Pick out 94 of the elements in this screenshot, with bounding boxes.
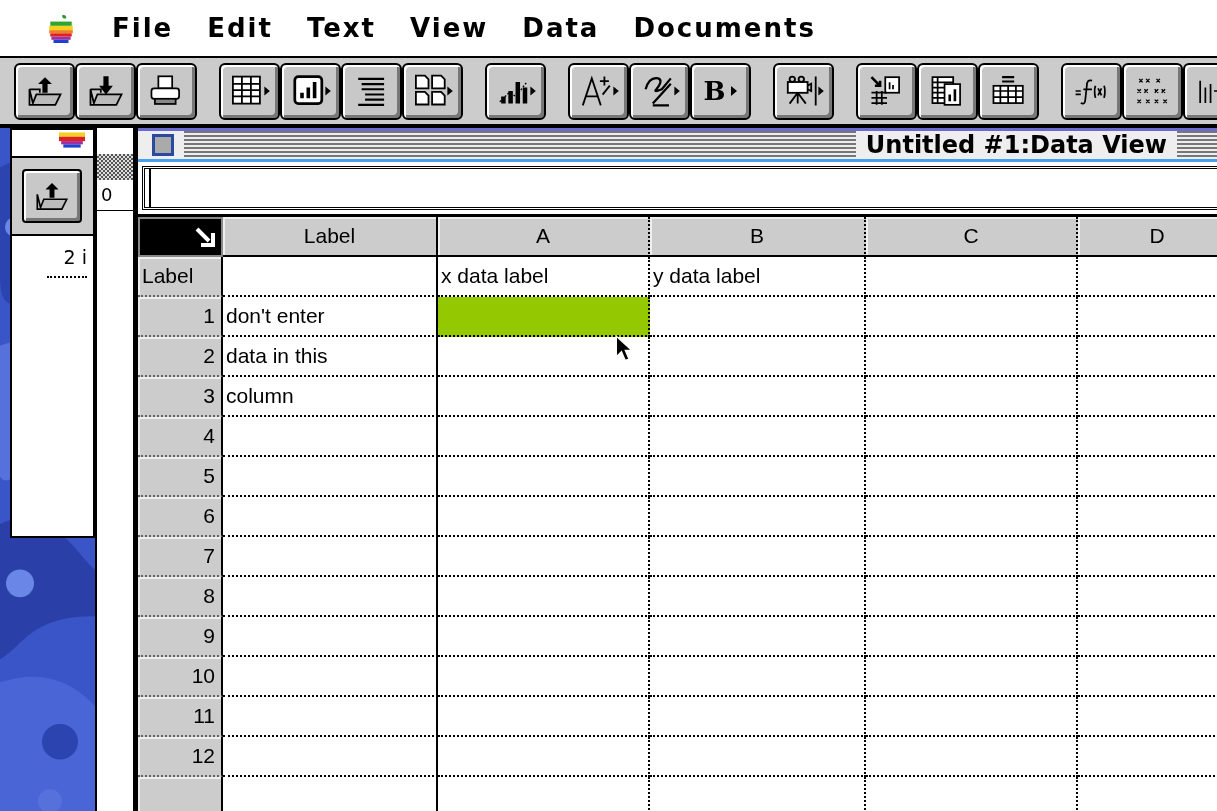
table-cell: column bbox=[223, 377, 438, 417]
table-cell[interactable] bbox=[866, 657, 1078, 697]
toolbar-button[interactable] bbox=[773, 62, 834, 120]
toolbar-button[interactable] bbox=[568, 62, 629, 120]
table-cell[interactable] bbox=[866, 577, 1078, 617]
table-cell[interactable] bbox=[438, 577, 650, 617]
entry-field[interactable] bbox=[142, 166, 1217, 210]
row-header[interactable]: 2 bbox=[138, 337, 223, 377]
column-header[interactable]: A bbox=[438, 217, 650, 257]
row-header[interactable]: Label bbox=[138, 257, 223, 297]
window-title: Untitled #1:Data View bbox=[865, 131, 1167, 159]
row-header[interactable]: 9 bbox=[138, 617, 223, 657]
toolbar-button[interactable] bbox=[402, 62, 463, 120]
table-cell[interactable] bbox=[438, 377, 650, 417]
toolbar-button[interactable] bbox=[14, 62, 75, 120]
row-header[interactable]: 4 bbox=[138, 417, 223, 457]
table-cell[interactable] bbox=[438, 737, 650, 777]
table-cell[interactable] bbox=[438, 457, 650, 497]
menu-item[interactable]: Data bbox=[522, 13, 600, 43]
column-header[interactable]: Label bbox=[223, 217, 438, 257]
table-cell[interactable] bbox=[650, 297, 866, 337]
toolbar-button[interactable] bbox=[1061, 62, 1122, 120]
table-cell[interactable] bbox=[866, 537, 1078, 577]
table-cell[interactable] bbox=[650, 417, 866, 457]
dither-pattern bbox=[97, 154, 133, 180]
table-cell[interactable] bbox=[866, 297, 1078, 337]
table-cell[interactable] bbox=[866, 697, 1078, 737]
table-cell[interactable] bbox=[650, 737, 866, 777]
table-cell[interactable] bbox=[438, 697, 650, 737]
toolbar-button[interactable] bbox=[341, 62, 402, 120]
selected-cell[interactable] bbox=[438, 297, 650, 337]
table-cell[interactable] bbox=[438, 417, 650, 457]
column-header[interactable]: D bbox=[1078, 217, 1217, 257]
table-cell[interactable] bbox=[866, 377, 1078, 417]
table-cell[interactable] bbox=[650, 537, 866, 577]
menu-item[interactable]: Edit bbox=[207, 13, 273, 43]
table-cell: y data label bbox=[650, 257, 866, 297]
table-cell: data in this bbox=[223, 337, 438, 377]
apple-logo-icon bbox=[59, 132, 85, 148]
row-header[interactable]: 6 bbox=[138, 497, 223, 537]
caret-icon bbox=[731, 86, 738, 96]
close-box[interactable] bbox=[152, 134, 174, 156]
toolbar-button[interactable] bbox=[856, 62, 917, 120]
table-cell[interactable] bbox=[438, 657, 650, 697]
row-header[interactable]: 12 bbox=[138, 737, 223, 777]
column-header[interactable]: C bbox=[866, 217, 1078, 257]
corner-cell[interactable] bbox=[138, 217, 223, 257]
menu-item[interactable]: View bbox=[410, 13, 489, 43]
toolbar-button[interactable] bbox=[136, 62, 197, 120]
toolbar-button[interactable] bbox=[485, 62, 546, 120]
value-field[interactable]: 0 bbox=[97, 180, 133, 211]
toolbar-button[interactable] bbox=[978, 62, 1039, 120]
table-cell[interactable] bbox=[866, 417, 1078, 457]
table-cell[interactable] bbox=[866, 337, 1078, 377]
menu-item[interactable]: Text bbox=[306, 13, 377, 43]
table-cell[interactable] bbox=[438, 617, 650, 657]
row-header[interactable]: 7 bbox=[138, 537, 223, 577]
row-header[interactable]: 3 bbox=[138, 377, 223, 417]
table-cell[interactable] bbox=[650, 337, 866, 377]
toolbar-button[interactable]: B bbox=[690, 62, 751, 120]
table-cell[interactable] bbox=[650, 617, 866, 657]
table-cell[interactable] bbox=[438, 537, 650, 577]
row-header[interactable]: 1 bbox=[138, 297, 223, 337]
toolbar-button[interactable] bbox=[1122, 62, 1183, 120]
table-cell[interactable] bbox=[866, 497, 1078, 537]
list-item[interactable]: 2 i bbox=[47, 246, 87, 278]
toolbar-button[interactable] bbox=[280, 62, 341, 120]
upload-button[interactable] bbox=[22, 169, 82, 223]
table-cell[interactable] bbox=[866, 737, 1078, 777]
table-cell[interactable] bbox=[650, 697, 866, 737]
row-header[interactable]: 5 bbox=[138, 457, 223, 497]
menu-item[interactable]: File bbox=[112, 13, 174, 43]
pointer-cursor-icon bbox=[615, 335, 633, 363]
table-cell[interactable] bbox=[650, 657, 866, 697]
table-cell[interactable] bbox=[866, 617, 1078, 657]
row-header[interactable] bbox=[138, 777, 223, 811]
table-cell[interactable] bbox=[650, 457, 866, 497]
table-cell[interactable] bbox=[650, 377, 866, 417]
table-cell[interactable] bbox=[866, 457, 1078, 497]
table-cell[interactable] bbox=[650, 497, 866, 537]
menu-item[interactable]: Documents bbox=[633, 13, 816, 43]
column-header[interactable]: B bbox=[650, 217, 866, 257]
table-cell[interactable] bbox=[650, 577, 866, 617]
toolbar-button[interactable] bbox=[75, 62, 136, 120]
diagonal-arrow-icon bbox=[195, 227, 215, 247]
row-header[interactable]: 11 bbox=[138, 697, 223, 737]
row-header[interactable]: 10 bbox=[138, 657, 223, 697]
toolbar-button[interactable] bbox=[917, 62, 978, 120]
row-header[interactable]: 8 bbox=[138, 577, 223, 617]
table-cell[interactable] bbox=[438, 497, 650, 537]
toolbar-button[interactable] bbox=[219, 62, 280, 120]
apple-logo-icon[interactable] bbox=[48, 13, 74, 43]
toolbar-button[interactable] bbox=[629, 62, 690, 120]
title-bar-stripes bbox=[1177, 131, 1217, 159]
